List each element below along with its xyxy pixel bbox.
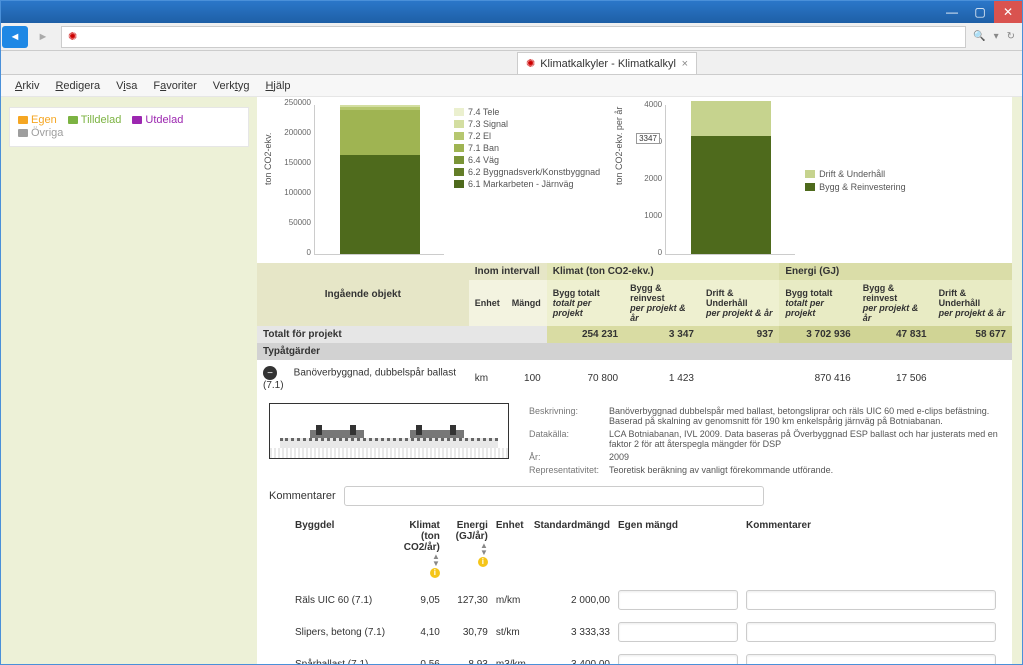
- table-row: Räls UIC 60 (7.1)9,05127,30m/km2 000,00: [269, 584, 1000, 616]
- col-energi[interactable]: Energi (GJ/år) ▲▼i: [444, 514, 492, 584]
- col-kommentarer[interactable]: Kommentarer: [742, 514, 1000, 584]
- detail-panel: Beskrivning:Banöverbyggnad dubbelspår me…: [257, 397, 1012, 484]
- folder-icon: [68, 116, 78, 124]
- charts-row: ton CO2-ekv. 0 50000 100000 150000 20000…: [257, 97, 1012, 263]
- summary-table: Ingående objekt Inom intervall Klimat (t…: [257, 263, 1012, 397]
- chart-per-year: ton CO2-ekv. per år 0 1000 2000 3000 400…: [620, 105, 906, 255]
- browser-tabs: ✺ Klimatkalkyler - Klimatkalkyl ×: [1, 51, 1022, 75]
- col-klimat[interactable]: Klimat (ton CO2/år) ▲▼i: [392, 514, 444, 584]
- kommentar-row: Kommentarer: [257, 484, 1012, 508]
- tag-utdelad[interactable]: Utdelad: [132, 114, 183, 126]
- chart2-bar: [691, 101, 771, 254]
- table-row: Spårballast (7.1)0,568,93m3/km3 400,00: [269, 648, 1000, 664]
- kommentar-input[interactable]: [746, 590, 996, 610]
- folder-icon: [18, 116, 28, 124]
- refresh-button[interactable]: ↻: [1004, 31, 1018, 42]
- chart2-ylabel: ton CO2-ekv. per år: [614, 106, 624, 184]
- chart2-legend: Drift & Underhåll Bygg & Reinvestering: [805, 166, 906, 195]
- sidebar: Egen Tilldelad Utdelad Övriga: [1, 97, 257, 664]
- tag-ovriga[interactable]: Övriga: [18, 127, 63, 139]
- chart1-legend: 7.4 Tele 7.3 Signal 7.2 El 7.1 Ban 6.4 V…: [454, 105, 600, 255]
- collapse-button[interactable]: −: [263, 366, 277, 380]
- tab-close-icon[interactable]: ×: [682, 58, 688, 70]
- address-bar[interactable]: ✺: [61, 26, 966, 48]
- menu-redigera[interactable]: Redigera: [49, 78, 106, 94]
- tab-klimatkalkyl[interactable]: ✺ Klimatkalkyler - Klimatkalkyl ×: [517, 52, 697, 74]
- detail-meta: Beskrivning:Banöverbyggnad dubbelspår me…: [529, 403, 1000, 478]
- table-row: Slipers, betong (7.1)4,1030,79st/km3 333…: [269, 616, 1000, 648]
- titlebar: — ▢ ✕: [1, 1, 1022, 23]
- kommentar-label: Kommentarer: [269, 490, 336, 502]
- menu-arkiv[interactable]: Arkiv: [9, 78, 45, 94]
- tab-favicon: ✺: [526, 57, 535, 70]
- info-icon[interactable]: i: [478, 557, 488, 567]
- folder-filter: Egen Tilldelad Utdelad Övriga: [9, 107, 249, 147]
- tag-egen[interactable]: Egen: [18, 114, 57, 126]
- egen-mangd-input[interactable]: [618, 590, 738, 610]
- menu-favoriter[interactable]: Favoriter: [147, 78, 202, 94]
- kommentar-input[interactable]: [746, 654, 996, 664]
- kommentar-input[interactable]: [746, 622, 996, 642]
- col-egen[interactable]: Egen mängd: [614, 514, 742, 584]
- egen-mangd-input[interactable]: [618, 622, 738, 642]
- col-standard[interactable]: Standardmängd: [530, 514, 614, 584]
- col-byggdel[interactable]: Byggdel: [291, 514, 392, 584]
- browser-nav: ◄ ► ✺ 🔍 ▾ ↻: [1, 23, 1022, 51]
- info-icon[interactable]: i: [430, 568, 440, 578]
- content-area: Egen Tilldelad Utdelad Övriga ton CO2-ek…: [1, 97, 1022, 664]
- tab-title: Klimatkalkyler - Klimatkalkyl: [540, 58, 676, 70]
- maximize-button[interactable]: ▢: [966, 1, 994, 23]
- app-window: — ▢ ✕ ◄ ► ✺ 🔍 ▾ ↻ ✺ Klimatkalkyler - Kli…: [0, 0, 1023, 665]
- col-enhet[interactable]: Enhet: [492, 514, 530, 584]
- kommentar-input[interactable]: [344, 486, 764, 506]
- close-button[interactable]: ✕: [994, 1, 1022, 23]
- chart1-ylabel: ton CO2-ekv.: [263, 132, 273, 184]
- folder-icon: [132, 116, 142, 124]
- site-favicon: ✺: [68, 30, 82, 44]
- menu-hjalp[interactable]: Hjälp: [259, 78, 296, 94]
- main-panel: ton CO2-ekv. 0 50000 100000 150000 20000…: [257, 97, 1012, 664]
- folder-icon: [18, 129, 28, 137]
- cross-section-illustration: [269, 403, 509, 459]
- menu-visa[interactable]: Visa: [110, 78, 143, 94]
- tag-tilldelad[interactable]: Tilldelad: [68, 114, 122, 126]
- menu-verktyg[interactable]: Verktyg: [207, 78, 256, 94]
- search-icon[interactable]: 🔍: [970, 31, 988, 42]
- chart1-bar: [340, 105, 420, 254]
- back-button[interactable]: ◄: [2, 26, 28, 48]
- chart-total: ton CO2-ekv. 0 50000 100000 150000 20000…: [269, 105, 600, 255]
- parts-table: Byggdel Klimat (ton CO2/år) ▲▼i Energi (…: [269, 514, 1000, 664]
- forward-button[interactable]: ►: [30, 26, 56, 48]
- menubar: Arkiv Redigera Visa Favoriter Verktyg Hj…: [1, 75, 1022, 97]
- egen-mangd-input[interactable]: [618, 654, 738, 664]
- minimize-button[interactable]: —: [938, 1, 966, 23]
